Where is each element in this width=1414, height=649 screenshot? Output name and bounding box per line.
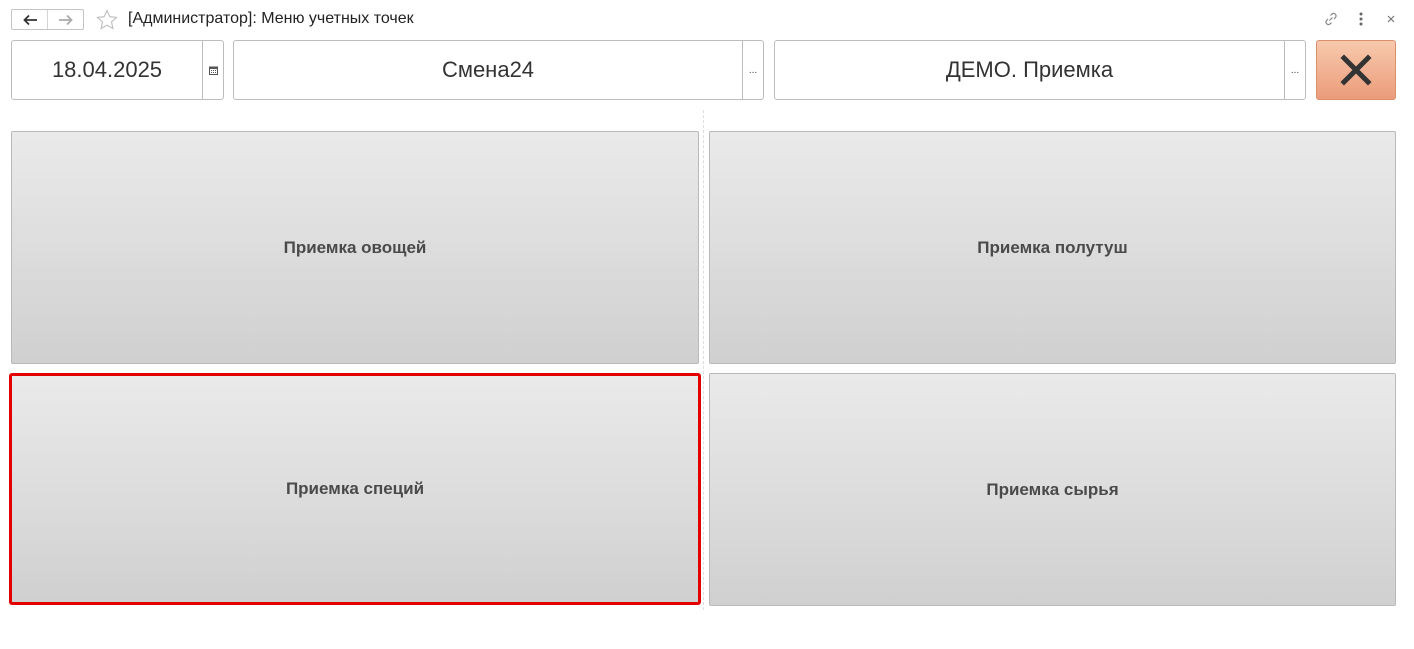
forward-arrow-icon — [58, 14, 73, 25]
calendar-icon — [208, 66, 218, 75]
raw-materials-receiving-button[interactable]: Приемка сырья — [709, 373, 1396, 606]
vegetables-receiving-button[interactable]: Приемка овощей — [11, 131, 699, 364]
close-icon — [1387, 15, 1395, 23]
more-vertical-icon — [1359, 12, 1363, 26]
window-title: [Администратор]: Меню учетных точек — [128, 10, 414, 27]
spices-receiving-button[interactable]: Приемка специй — [9, 373, 701, 605]
exit-button[interactable] — [1316, 40, 1396, 100]
link-icon — [1325, 12, 1337, 26]
forward-button[interactable] — [47, 10, 83, 29]
shift-value[interactable]: Смена24 — [234, 41, 742, 99]
column-divider — [703, 110, 704, 610]
title-bar: [Администратор]: Меню учетных точек — [0, 0, 1414, 38]
accounting-point-field[interactable]: ДЕМО. Приемка ... — [774, 40, 1306, 100]
back-button[interactable] — [12, 10, 47, 29]
window-close-button[interactable] — [1382, 10, 1400, 28]
carcasses-receiving-button[interactable]: Приемка полутуш — [709, 131, 1396, 364]
more-button[interactable] — [1352, 10, 1370, 28]
navigation-group — [11, 9, 84, 30]
date-value[interactable]: 18.04.2025 — [12, 41, 202, 99]
x-icon — [1340, 54, 1372, 86]
accounting-point-value[interactable]: ДЕМО. Приемка — [775, 41, 1284, 99]
link-button[interactable] — [1322, 10, 1340, 28]
back-arrow-icon — [22, 14, 37, 25]
shift-select-button[interactable]: ... — [742, 41, 763, 99]
date-field[interactable]: 18.04.2025 — [11, 40, 224, 100]
star-icon[interactable] — [95, 8, 119, 32]
shift-field[interactable]: Смена24 ... — [233, 40, 764, 100]
point-select-button[interactable]: ... — [1284, 41, 1305, 99]
calendar-button[interactable] — [202, 41, 223, 99]
